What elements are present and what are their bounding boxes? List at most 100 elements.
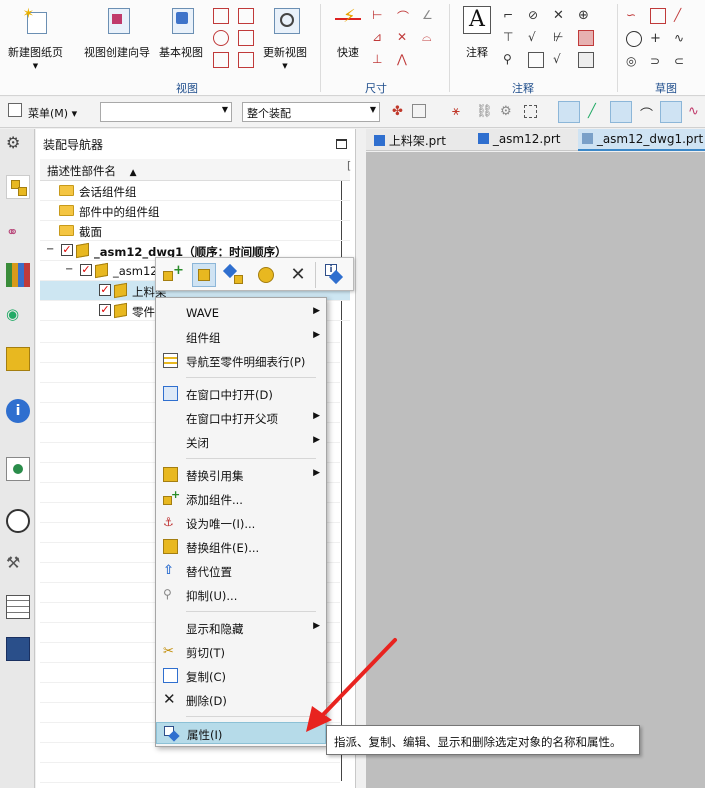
control-point-icon[interactable]: [610, 101, 632, 123]
snap-icon[interactable]: ✤: [392, 104, 403, 119]
perimeter-dimension-icon[interactable]: ⋀: [397, 52, 413, 68]
detail-view-icon[interactable]: [213, 30, 229, 46]
gear-icon[interactable]: ⚙: [6, 133, 30, 157]
rectangle-icon[interactable]: [650, 8, 666, 24]
tree-row[interactable]: 会话组件组: [40, 181, 350, 201]
web-browser-icon[interactable]: [6, 457, 30, 481]
collapse-icon[interactable]: −: [65, 264, 73, 275]
leader-icon[interactable]: √: [553, 52, 569, 68]
assembly-navigator-icon[interactable]: [6, 175, 30, 199]
reuse-library-icon[interactable]: [6, 347, 30, 371]
move-component-icon[interactable]: [222, 263, 246, 287]
linear-dimension-icon[interactable]: ⊢: [372, 8, 388, 24]
curve-snap-icon[interactable]: [660, 101, 682, 123]
base-view-button[interactable]: 基本视图: [159, 6, 203, 60]
circle-icon[interactable]: [626, 31, 642, 47]
angular-dimension-icon[interactable]: ∠: [422, 8, 438, 24]
tab-assembly[interactable]: _asm12.prt: [474, 129, 564, 151]
section-view-icon[interactable]: [238, 8, 254, 24]
checkbox-icon[interactable]: ✓: [61, 244, 73, 256]
spline-snap-icon[interactable]: ∿: [688, 104, 699, 119]
ordinate-dimension-icon[interactable]: ⊥: [372, 52, 388, 68]
new-sheet-button[interactable]: ✶ 新建图纸页 ▼: [8, 6, 63, 70]
tab-part[interactable]: 上料架.prt: [370, 129, 450, 151]
tab-drawing[interactable]: _asm12_dwg1.prt: [578, 129, 705, 151]
menu-item-component-group[interactable]: 组件组 ▶: [156, 326, 326, 348]
rapid-dimension-button[interactable]: ⚡ 快速: [333, 6, 363, 60]
profile-icon[interactable]: ∽: [626, 8, 642, 24]
edit-arrangement-icon[interactable]: [254, 263, 278, 287]
tree-row[interactable]: 截面: [40, 221, 350, 241]
constraint-navigator-icon[interactable]: ⚭: [6, 223, 30, 247]
break-view-icon[interactable]: [238, 30, 254, 46]
menu-button[interactable]: 菜单(M) ▾: [28, 105, 77, 121]
checkbox-icon[interactable]: ✓: [99, 284, 111, 296]
offset-curve-icon[interactable]: ⊂: [674, 54, 690, 70]
datum-feature-icon[interactable]: ⊤: [503, 30, 519, 46]
radial-dimension-icon[interactable]: ⌒: [397, 8, 413, 24]
menu-item-wave[interactable]: WAVE ▶: [156, 302, 326, 324]
line-icon[interactable]: ╱: [674, 8, 690, 24]
fillet-icon[interactable]: ⊃: [650, 54, 666, 70]
menu-item-open-in-window[interactable]: 在窗口中打开(D): [156, 383, 326, 405]
component-select-icon[interactable]: ⚙: [500, 104, 512, 119]
table-icon[interactable]: [578, 52, 594, 68]
menu-item-close[interactable]: 关闭 ▶: [156, 431, 326, 453]
scope-combo[interactable]: 整个装配 ▼: [242, 102, 380, 122]
graphics-window[interactable]: [366, 152, 705, 788]
point-icon[interactable]: +: [650, 31, 666, 47]
search-icon[interactable]: ⚲: [503, 52, 519, 68]
chain-icon[interactable]: ⛓: [476, 104, 493, 119]
info-icon[interactable]: i: [6, 399, 30, 423]
arc-length-icon[interactable]: ⌓: [422, 30, 438, 46]
point-snap-icon[interactable]: ⚹: [452, 104, 460, 119]
rectangle-select-icon[interactable]: [524, 105, 537, 118]
ellipse-icon[interactable]: ◎: [626, 54, 642, 70]
menu-item-alternate-position[interactable]: ⇧ 替代位置: [156, 560, 326, 582]
menu-item-make-unique[interactable]: ⚓ 设为唯一(I)...: [156, 512, 326, 534]
feature-control-icon[interactable]: ⌐: [503, 8, 519, 24]
note-button[interactable]: A 注释: [462, 6, 492, 60]
weld-symbol-icon[interactable]: ⊬: [553, 30, 569, 46]
type-filter-combo[interactable]: ▼: [100, 102, 232, 122]
checkbox-icon[interactable]: ✓: [80, 264, 92, 276]
image-icon[interactable]: [528, 52, 544, 68]
history-icon[interactable]: [6, 509, 30, 533]
tree-row[interactable]: 部件中的组件组: [40, 201, 350, 221]
projected-view-icon[interactable]: [213, 8, 229, 24]
symbol-cross-icon[interactable]: ✕: [553, 8, 569, 24]
broken-out-icon[interactable]: [213, 52, 229, 68]
spline-icon[interactable]: ∿: [674, 31, 690, 47]
datum-target-icon[interactable]: ⊘: [528, 8, 544, 24]
select-filter-icon[interactable]: [412, 104, 426, 118]
view-wizard-button[interactable]: 视图创建向导: [84, 6, 150, 60]
replace-reference-icon[interactable]: [192, 263, 216, 287]
menu-item-open-parent[interactable]: 在窗口中打开父项 ▶: [156, 407, 326, 429]
midpoint-snap-icon[interactable]: ╱: [588, 104, 596, 119]
chamfer-dimension-icon[interactable]: ⊿: [372, 30, 388, 46]
eye-icon[interactable]: ◉: [6, 305, 30, 329]
system-scene-icon[interactable]: [6, 637, 30, 661]
properties-icon[interactable]: i: [322, 263, 346, 287]
checkbox-icon[interactable]: ✓: [99, 304, 111, 316]
menu-item-suppress[interactable]: ⚲ 抑制(U)...: [156, 584, 326, 606]
maximize-icon[interactable]: [336, 139, 347, 149]
hatch-icon[interactable]: [578, 30, 594, 46]
collapse-icon[interactable]: −: [46, 244, 54, 255]
view-boundary-icon[interactable]: [238, 52, 254, 68]
menu-item-navigate-parts-list[interactable]: 导航至零件明细表行(P): [156, 350, 326, 372]
spreadsheet-icon[interactable]: [6, 595, 30, 619]
add-component-icon[interactable]: +: [161, 263, 185, 287]
intersection-icon[interactable]: ⌒: [640, 104, 653, 123]
endpoint-snap-icon[interactable]: [558, 101, 580, 123]
close-icon[interactable]: ✕: [286, 263, 310, 287]
column-header[interactable]: 描述性部件名 ▲: [40, 159, 350, 181]
menu-item-add-component[interactable]: + 添加组件...: [156, 488, 326, 510]
update-view-button[interactable]: 更新视图 ▼: [263, 6, 307, 70]
surface-finish-icon[interactable]: √: [528, 30, 544, 46]
thickness-dimension-icon[interactable]: ✕: [397, 30, 413, 46]
process-studio-icon[interactable]: ⚒: [6, 553, 30, 577]
part-navigator-icon[interactable]: [6, 263, 30, 287]
menu-item-replace-component[interactable]: 替换组件(E)...: [156, 536, 326, 558]
centerline-icon[interactable]: ⊕: [578, 8, 594, 24]
